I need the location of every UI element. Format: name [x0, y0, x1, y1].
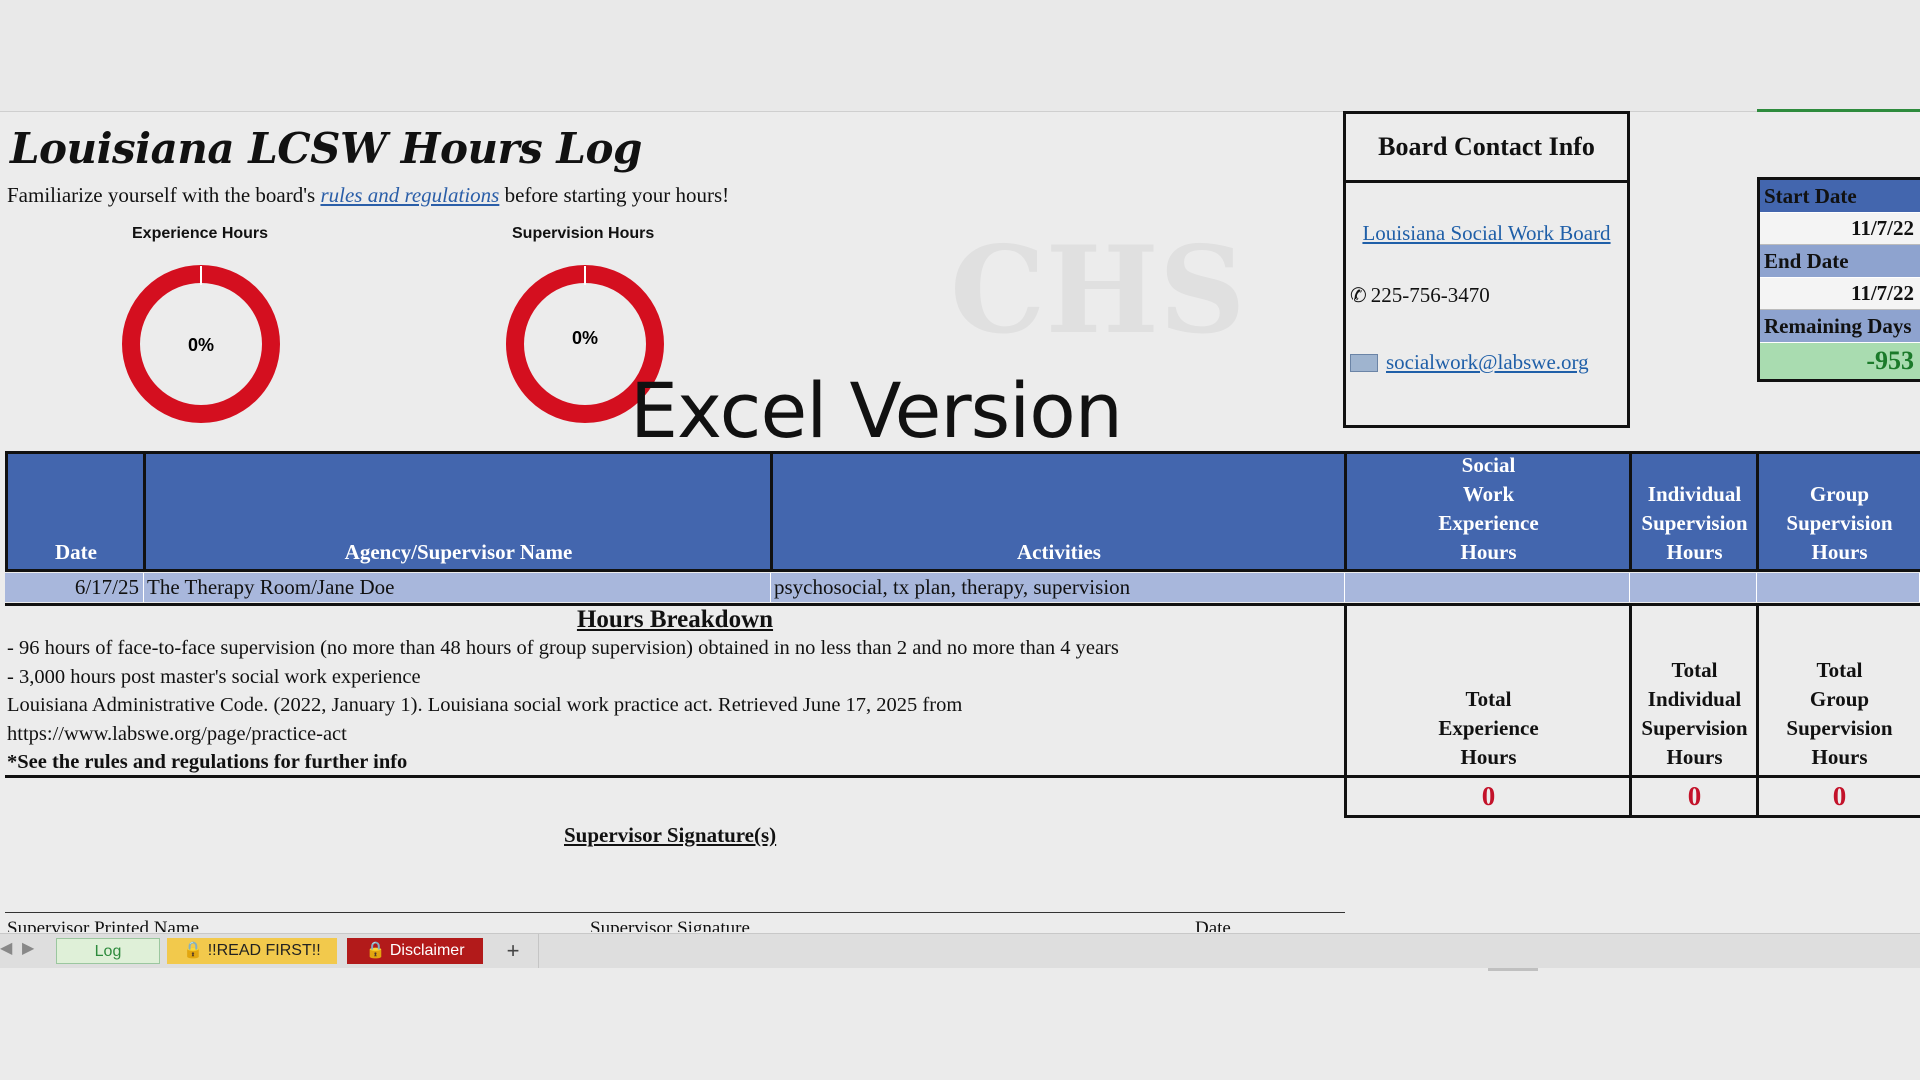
header-grp-line: Group: [1809, 482, 1870, 506]
board-website-link[interactable]: Louisiana Social Work Board: [1362, 221, 1610, 245]
header-agency[interactable]: Agency/Supervisor Name: [143, 451, 771, 572]
tab-read-first[interactable]: 🔒 !!READ FIRST!!: [167, 938, 337, 964]
tab-disclaimer-label: Disclaimer: [389, 942, 465, 959]
supervision-gauge-value: 0%: [572, 328, 598, 348]
excel-version-overlay: Excel Version: [630, 366, 1123, 455]
breakdown-note: *See the rules and regulations for furth…: [7, 751, 408, 773]
tab-log[interactable]: Log: [56, 938, 160, 964]
header-group-supervision[interactable]: Group Supervision Hours: [1756, 451, 1920, 572]
header-activities[interactable]: Activities: [770, 451, 1345, 572]
total-group-label: Total Group Supervision Hours: [1756, 603, 1920, 778]
header-sw-line: Hours: [1460, 540, 1517, 564]
header-date[interactable]: Date: [5, 451, 144, 572]
header-individual-supervision[interactable]: Individual Supervision Hours: [1629, 451, 1757, 572]
supervision-gauge-label: Supervision Hours: [512, 225, 655, 242]
end-date-label: End Date: [1760, 245, 1920, 278]
scroll-right-icon[interactable]: ▶: [22, 938, 34, 958]
selection-indicator: [1757, 109, 1920, 112]
remaining-days-value: -953: [1760, 343, 1920, 379]
header-grp-line: Supervision: [1786, 511, 1893, 535]
phone-row: ✆ 225-756-3470: [1346, 283, 1627, 308]
total-exp-line: Hours: [1460, 745, 1517, 769]
page-title: Louisiana LCSW Hours Log: [10, 124, 642, 173]
hours-breakdown: Hours Breakdown - 96 hours of face-to-fa…: [5, 603, 1345, 778]
total-individual-label: Total Individual Supervision Hours: [1629, 603, 1757, 778]
total-ind-line: Individual: [1647, 687, 1742, 711]
total-grp-line: Group: [1809, 687, 1870, 711]
tab-divider: [538, 934, 539, 968]
row-agency-cell[interactable]: The Therapy Room/Jane Doe: [144, 573, 771, 602]
header-sw-line: Experience: [1438, 511, 1539, 535]
remaining-days-label: Remaining Days: [1760, 310, 1920, 343]
tab-read-first-label: !!READ FIRST!!: [207, 942, 321, 959]
total-exp-line: Total: [1465, 687, 1512, 711]
experience-gauge-label: Experience Hours: [132, 225, 269, 242]
tab-disclaimer[interactable]: 🔒 Disclaimer: [347, 938, 483, 964]
rules-link[interactable]: rules and regulations: [320, 183, 499, 207]
total-grp-line: Supervision: [1786, 716, 1893, 740]
total-experience-value: 0: [1344, 778, 1630, 818]
intro-after: before starting your hours!: [499, 183, 730, 207]
start-date-value[interactable]: 11/7/22: [1760, 213, 1920, 245]
horizontal-scrollbar[interactable]: [1488, 968, 1538, 971]
header-ind-line: Individual: [1647, 482, 1742, 506]
row-grp-hours-cell[interactable]: [1757, 573, 1920, 602]
total-experience-label: Total Experience Hours: [1344, 603, 1630, 778]
board-link-row: Louisiana Social Work Board: [1346, 221, 1627, 246]
printed-name-label: Supervisor Printed Name: [7, 918, 200, 932]
board-contact-header: Board Contact Info: [1346, 114, 1627, 183]
board-contact-box: Board Contact Info Louisiana Social Work…: [1343, 111, 1630, 428]
signature-heading: Supervisor Signature(s): [564, 823, 777, 847]
sheet-tab-bar: ◀ ▶ Log 🔒 !!READ FIRST!! 🔒 Disclaimer +: [0, 933, 1920, 969]
total-grp-line: Total: [1816, 658, 1863, 682]
total-grp-line: Hours: [1811, 745, 1868, 769]
header-sw-line: Social: [1461, 453, 1516, 477]
header-sw-experience[interactable]: Social Work Experience Hours: [1344, 451, 1630, 572]
board-email-link[interactable]: socialwork@labswe.org: [1386, 350, 1589, 375]
total-ind-line: Supervision: [1641, 716, 1748, 740]
total-group-value: 0: [1756, 778, 1920, 818]
row-ind-hours-cell[interactable]: [1630, 573, 1757, 602]
intro-before: Familiarize yourself with the board's: [7, 183, 321, 207]
total-individual-value: 0: [1629, 778, 1757, 818]
header-sw-line: Work: [1462, 482, 1515, 506]
breakdown-line: Louisiana Administrative Code. (2022, Ja…: [7, 694, 963, 716]
signature-line: [5, 912, 1345, 913]
app-background: [0, 968, 1920, 1080]
supervisor-signature-label: Supervisor Signature: [590, 918, 750, 932]
breakdown-line: - 3,000 hours post master's social work …: [7, 665, 421, 688]
experience-gauge-value: 0%: [188, 335, 214, 355]
breakdown-line: - 96 hours of face-to-face supervision (…: [7, 637, 1119, 659]
phone-icon: ✆: [1350, 285, 1367, 307]
date-panel: Start Date 11/7/22 End Date 11/7/22 Rema…: [1757, 177, 1920, 382]
background-logo: CHS: [950, 220, 1246, 361]
total-exp-line: Experience: [1438, 716, 1539, 740]
add-sheet-button[interactable]: +: [498, 938, 528, 964]
email-row: socialwork@labswe.org: [1346, 350, 1627, 375]
total-ind-line: Hours: [1666, 745, 1723, 769]
signature-date-label: Date: [1195, 918, 1231, 932]
breakdown-heading: Hours Breakdown: [576, 606, 774, 633]
lock-icon: 🔒: [365, 942, 386, 959]
intro-text: Familiarize yourself with the board's ru…: [7, 183, 729, 208]
breakdown-line: https://www.labswe.org/page/practice-act: [7, 722, 347, 745]
end-date-value[interactable]: 11/7/22: [1760, 278, 1920, 310]
start-date-label: Start Date: [1760, 180, 1920, 213]
scroll-left-icon[interactable]: ◀: [0, 938, 12, 958]
row-date-cell[interactable]: 6/17/25: [5, 573, 144, 602]
email-icon: [1350, 353, 1378, 372]
row-sw-hours-cell[interactable]: [1345, 573, 1630, 602]
row-activities-cell[interactable]: psychosocial, tx plan, therapy, supervis…: [771, 573, 1345, 602]
experience-gauge: 0%: [122, 265, 280, 423]
total-ind-line: Total: [1671, 658, 1718, 682]
header-ind-line: Hours: [1666, 540, 1723, 564]
board-phone: 225-756-3470: [1370, 283, 1490, 307]
header-ind-line: Supervision: [1641, 511, 1748, 535]
header-grp-line: Hours: [1811, 540, 1868, 564]
lock-icon: 🔒: [183, 942, 204, 959]
